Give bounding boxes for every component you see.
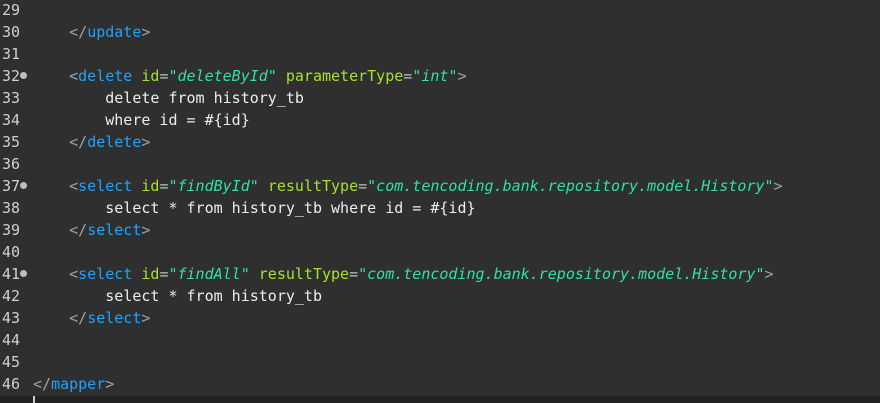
code-line[interactable]: 34 where id = #{id} [0,109,880,131]
code-line[interactable]: 30 </update> [0,21,880,43]
line-number: 38 [2,199,21,217]
line-number: 42 [2,287,21,305]
line-code: </mapper> [33,375,115,393]
code-line[interactable]: 31 [0,43,880,65]
text-cursor [33,396,35,403]
code-line[interactable]: 42 select * from history_tb [0,285,880,307]
line-code: <select id="findById" resultType="com.te… [69,177,783,195]
line-number: 33 [2,89,21,107]
code-lines: 29 30 </update> 31 32 <delete id="deleteByI… [0,0,880,395]
code-line[interactable]: 29 [0,0,880,21]
line-number: 44 [2,331,21,349]
line-code: </select> [69,309,151,327]
code-line[interactable]: 32 <delete id="deleteById" parameterType… [0,65,880,87]
code-line[interactable]: 46 </mapper> [0,373,880,395]
line-number: 46 [2,375,21,393]
line-code: select * from history_tb [33,287,322,305]
code-line[interactable]: 36 [0,153,880,175]
fold-toggle-icon[interactable] [20,72,27,79]
code-line[interactable]: 39 </select> [0,219,880,241]
line-code: </select> [69,221,151,239]
line-number: 35 [2,133,21,151]
line-number: 36 [2,155,21,173]
line-number: 29 [2,1,21,19]
fold-toggle-icon[interactable] [20,270,27,277]
line-number: 45 [2,353,21,371]
code-line[interactable]: 44 [0,329,880,351]
line-number: 43 [2,309,21,327]
code-editor[interactable]: 29 30 </update> 31 32 <delete id="deleteByI… [0,0,880,403]
code-line[interactable]: 41 <select id="findAll" resultType="com.… [0,263,880,285]
code-line[interactable]: 40 [0,241,880,263]
line-number: 30 [2,23,21,41]
line-code: <select id="findAll" resultType="com.ten… [69,265,774,283]
code-line[interactable]: 33 delete from history_tb [0,87,880,109]
line-number: 34 [2,111,21,129]
line-number: 39 [2,221,21,239]
fold-toggle-icon[interactable] [20,182,27,189]
line-code: select * from history_tb where id = #{id… [33,199,476,217]
line-number: 31 [2,45,21,63]
code-line[interactable]: 37 <select id="findById" resultType="com… [0,175,880,197]
line-code: </delete> [69,133,151,151]
code-line[interactable]: 35 </delete> [0,131,880,153]
code-line[interactable]: 38 select * from history_tb where id = #… [0,197,880,219]
line-code: delete from history_tb [33,89,304,107]
code-line[interactable]: 43 </select> [0,307,880,329]
line-code: <delete id="deleteById" parameterType="i… [69,67,467,85]
line-code: where id = #{id} [33,111,250,129]
line-code: </update> [69,23,151,41]
line-number: 40 [2,243,21,261]
horizontal-scrollbar[interactable] [0,396,880,403]
code-line[interactable]: 45 [0,351,880,373]
